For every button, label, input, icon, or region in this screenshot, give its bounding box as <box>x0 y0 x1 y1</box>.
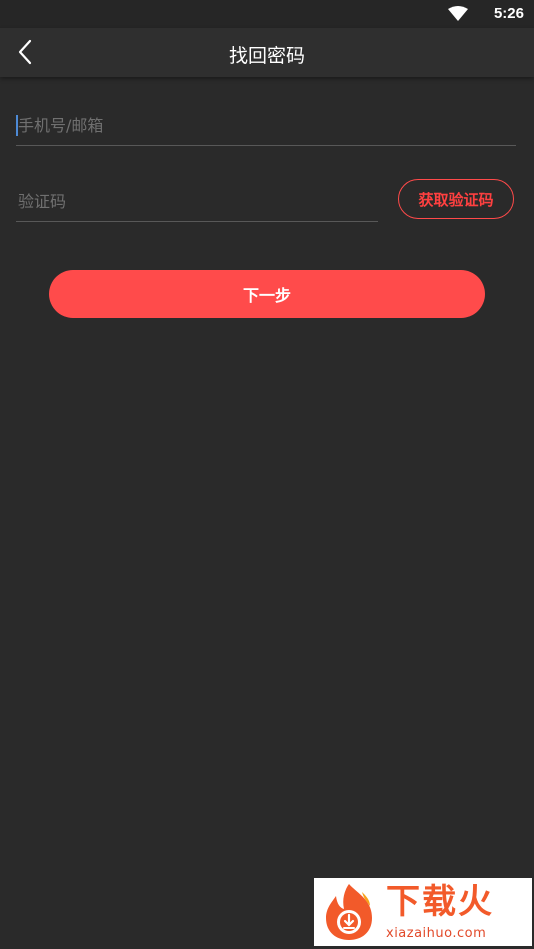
get-code-button[interactable]: 获取验证码 <box>398 179 514 219</box>
verification-code-field[interactable] <box>16 181 378 222</box>
wifi-icon <box>448 6 468 21</box>
page-title: 找回密码 <box>228 45 305 67</box>
verification-code-input[interactable] <box>16 181 378 221</box>
watermark: 下载火 xiazaihuo.com <box>314 878 532 946</box>
phone-email-input[interactable] <box>16 105 516 145</box>
app-bar: 找回密码 <box>0 28 534 77</box>
watermark-brand: 下载火 <box>386 882 494 922</box>
watermark-url: xiazaihuo.com <box>386 926 487 941</box>
status-time: 5:26 <box>493 5 524 22</box>
phone-email-field[interactable] <box>16 105 516 146</box>
flame-logo-icon <box>326 884 372 940</box>
status-bar: 5:26 <box>0 0 534 28</box>
next-button[interactable]: 下一步 <box>49 270 485 318</box>
